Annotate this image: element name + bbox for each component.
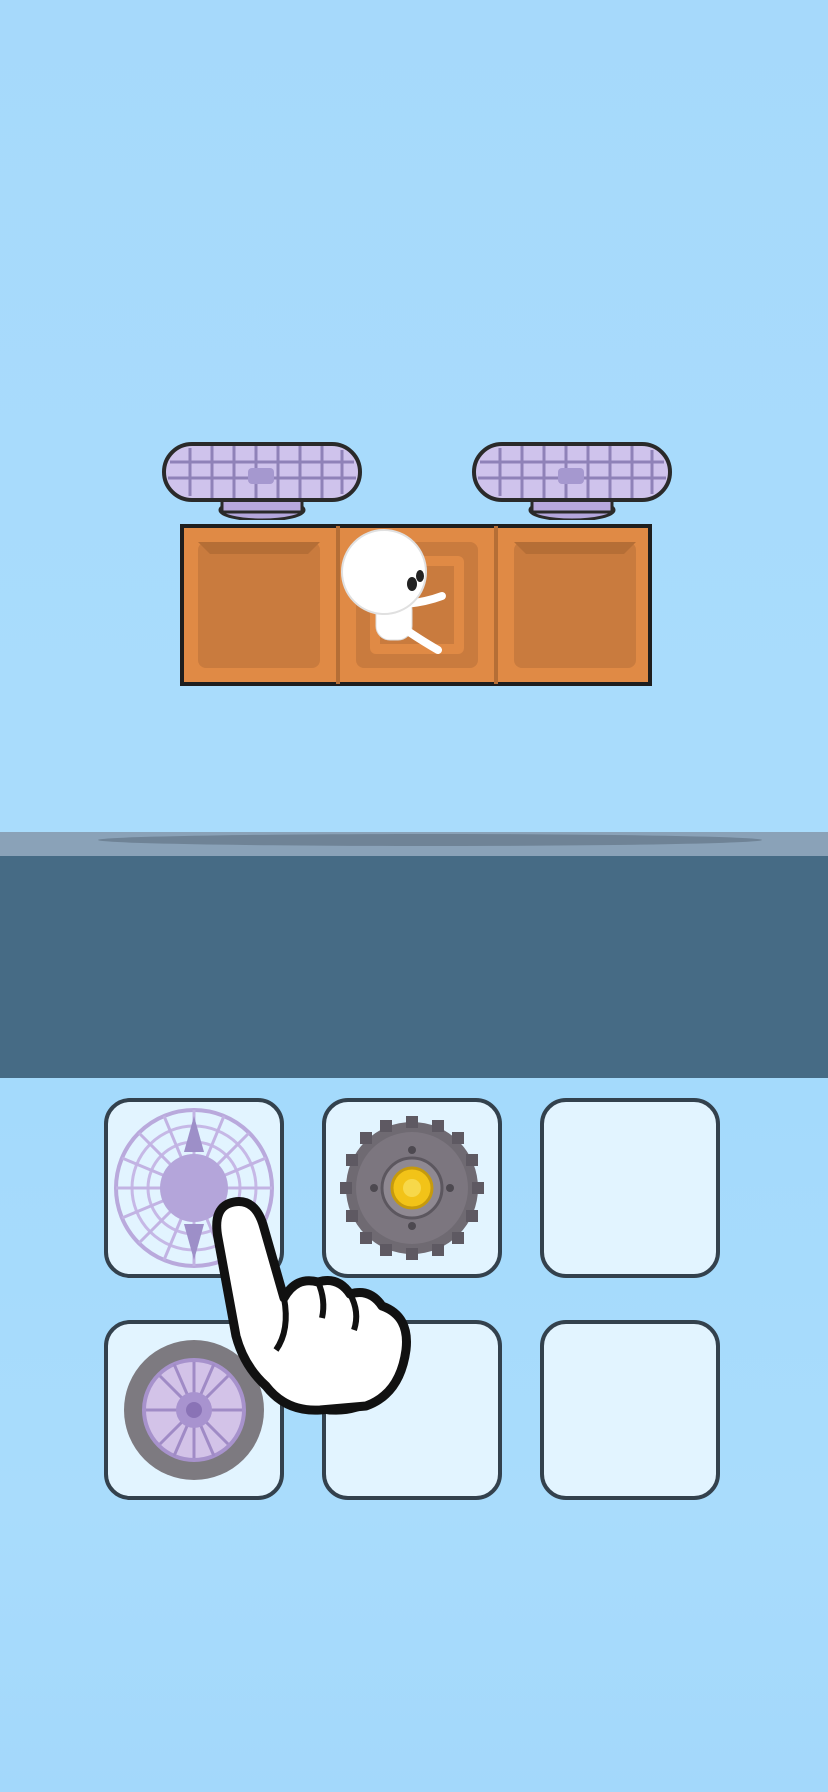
inventory-slot-3-empty[interactable] (540, 1098, 720, 1278)
vehicle (160, 440, 672, 690)
ground-platform (0, 856, 828, 1078)
fan-part-left (162, 442, 362, 520)
game-scene (0, 0, 828, 830)
fan-part-right (472, 442, 672, 520)
crate-block-right (514, 542, 636, 668)
inventory-slot-6-empty[interactable] (540, 1320, 720, 1500)
platform-shadow (98, 834, 762, 846)
crate-block-left (198, 542, 320, 668)
pointing-hand-icon (212, 1197, 411, 1415)
vehicle-body (180, 524, 652, 686)
